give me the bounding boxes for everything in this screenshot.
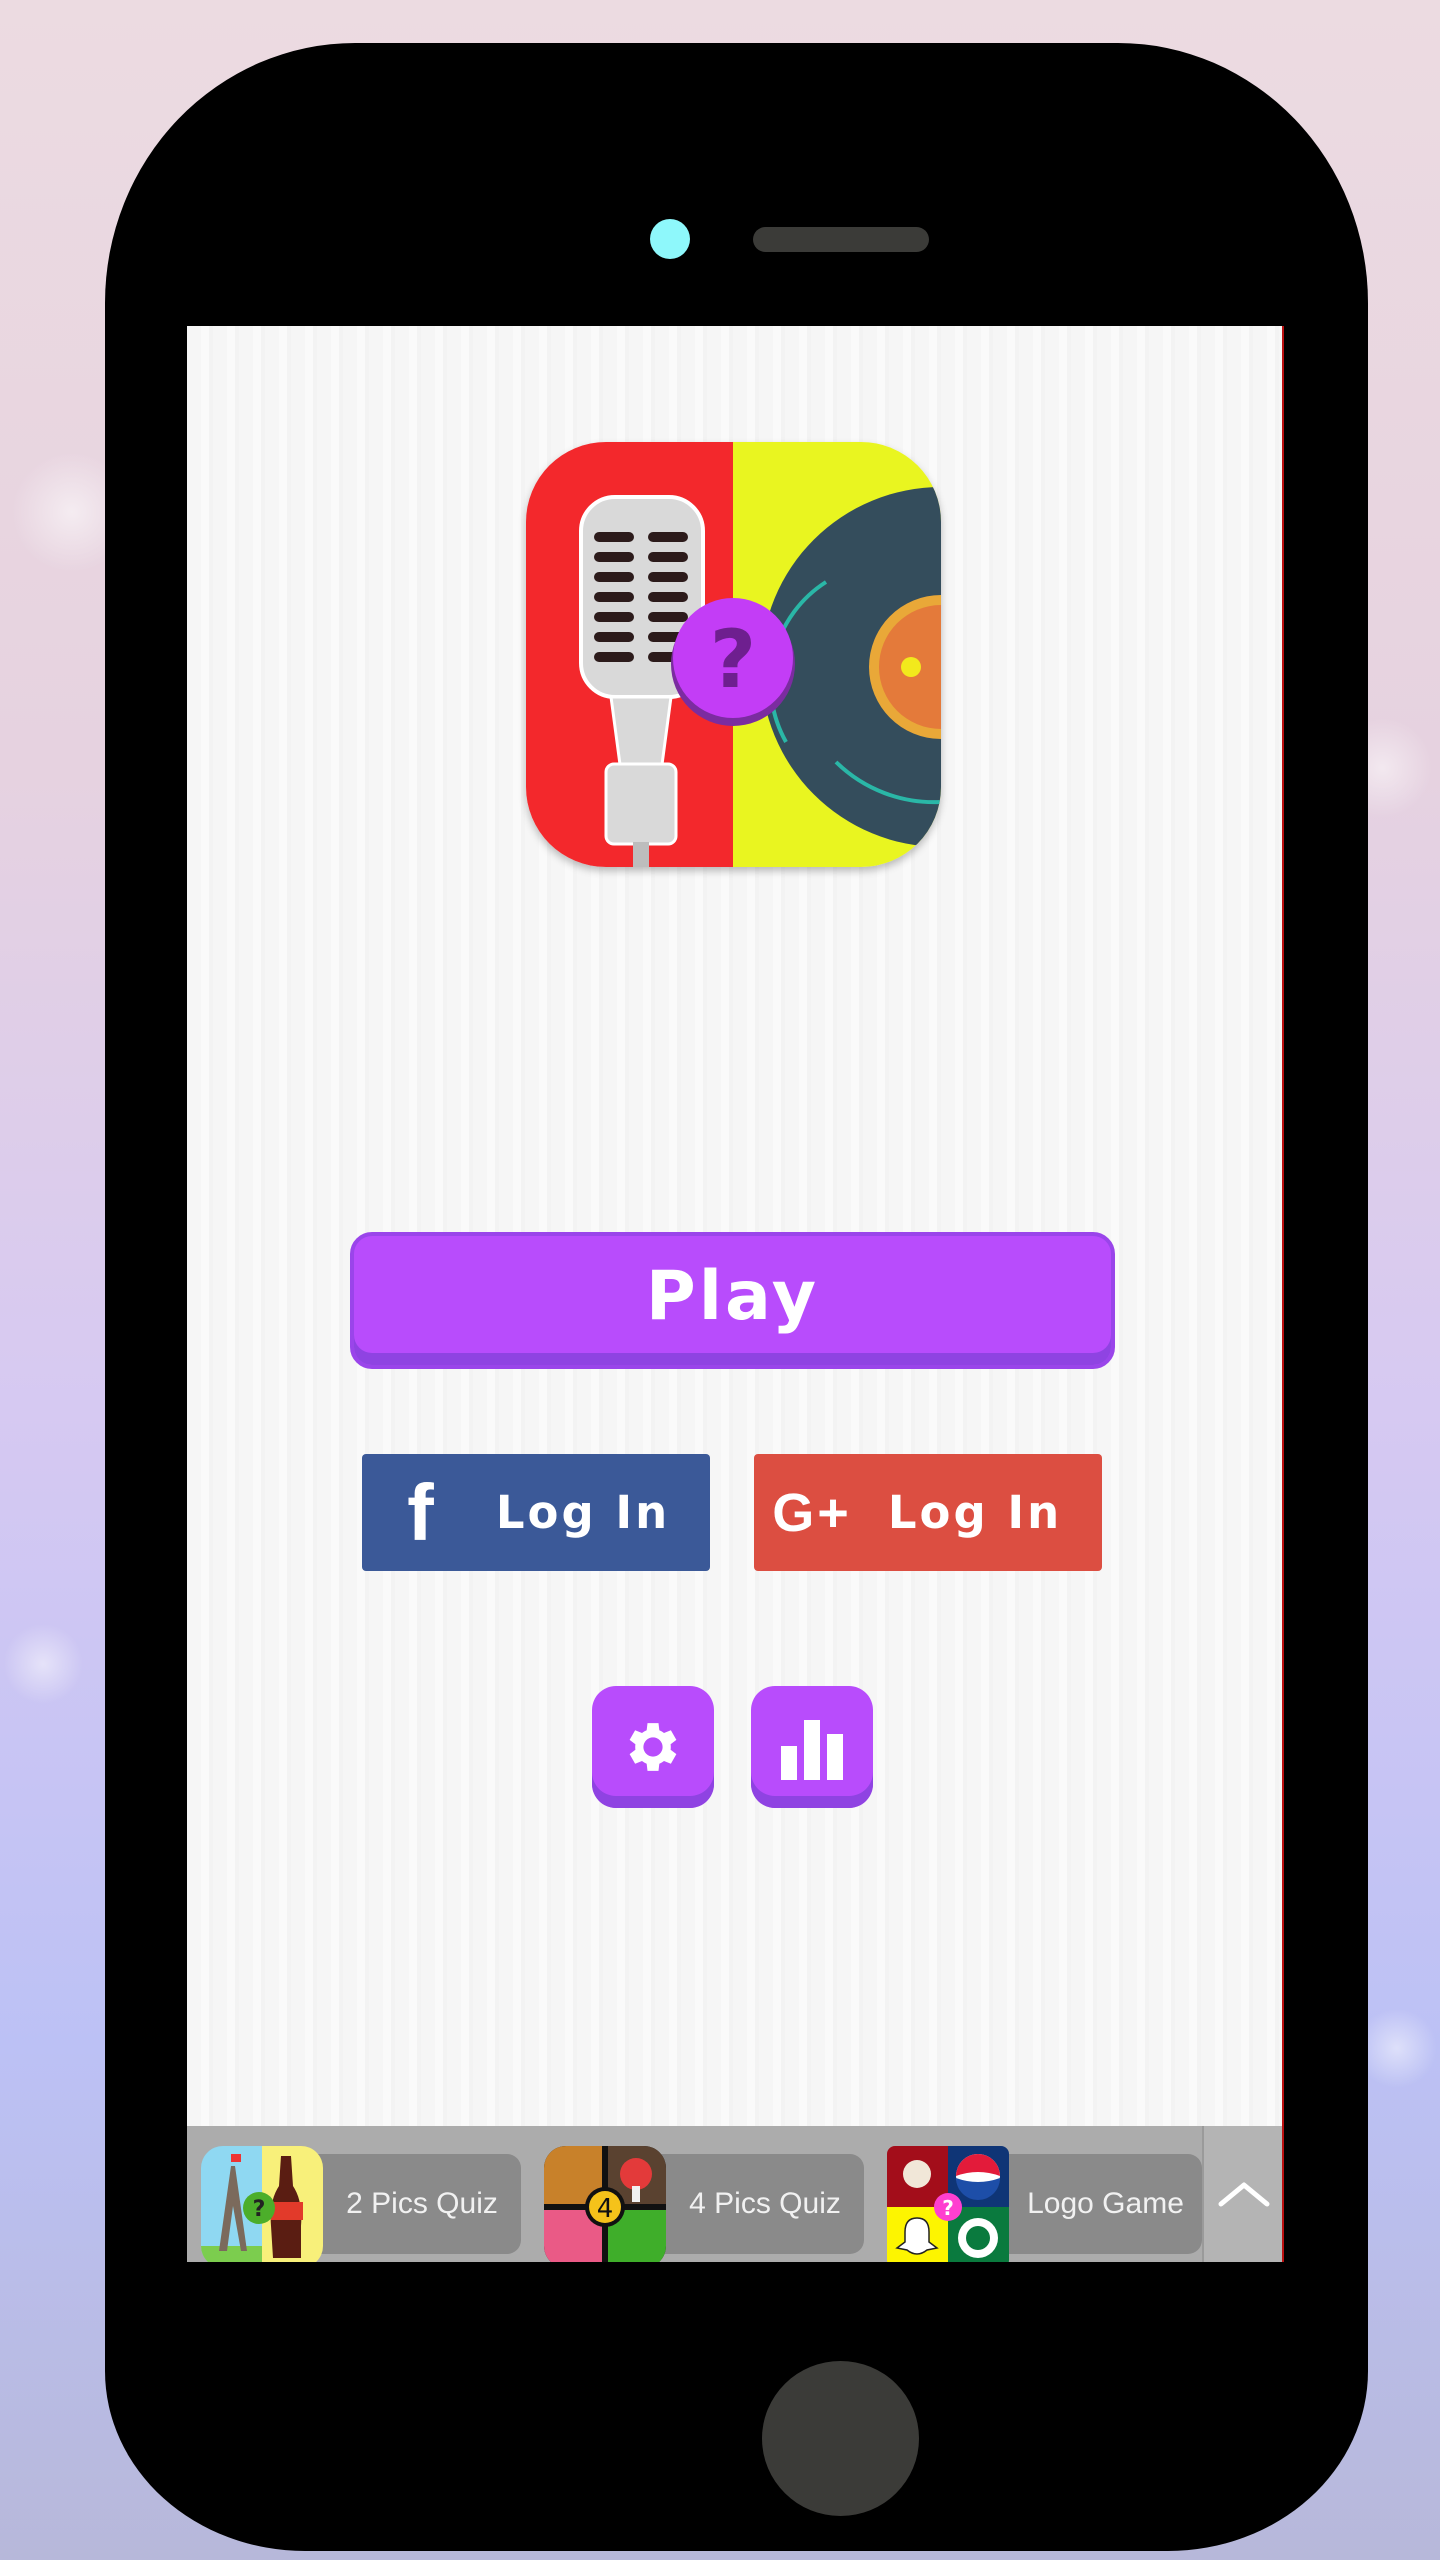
google-login-label: Log In	[887, 1486, 1063, 1539]
brand-logos-icon: ?	[887, 2146, 1009, 2262]
facebook-login-label: Log In	[495, 1486, 671, 1539]
settings-button[interactable]	[592, 1686, 714, 1808]
four-pics-collage-icon: 4	[544, 2146, 666, 2262]
svg-text:?: ?	[710, 613, 756, 706]
promo-label: 4 Pics Quiz	[689, 2187, 841, 2220]
bar-chart-icon	[781, 1720, 843, 1780]
facebook-login-button[interactable]: f Log In	[362, 1454, 710, 1571]
microphone-vinyl-question-icon: ?	[526, 442, 941, 867]
facebook-icon: f	[407, 1467, 437, 1557]
earpiece-speaker	[753, 227, 929, 252]
eiffel-tower-cola-icon: ?	[201, 2146, 323, 2262]
promo-item-2-pics-quiz[interactable]: ? 2 Pics Quiz	[201, 2146, 521, 2262]
home-button[interactable]	[762, 2361, 919, 2516]
promo-label: Logo Game	[1027, 2187, 1184, 2220]
app-logo: ?	[526, 442, 941, 867]
svg-text:?: ?	[253, 2197, 266, 2222]
app-screen: ? Play f Log In G+ Log In ? 2 Pics Quiz …	[187, 326, 1284, 2262]
svg-text:4: 4	[597, 2194, 614, 2224]
svg-text:?: ?	[942, 2196, 954, 2220]
promo-item-4-pics-quiz[interactable]: 4 4 Pics Quiz	[544, 2146, 864, 2262]
cross-promo-bar: ? 2 Pics Quiz 4 4 Pics Quiz ? Logo Game	[187, 2126, 1282, 2262]
gear-icon	[629, 1723, 677, 1771]
statistics-button[interactable]	[751, 1686, 873, 1808]
play-button[interactable]: Play	[350, 1232, 1115, 1369]
chevron-up-icon	[1218, 2182, 1270, 2207]
promo-item-logo-game[interactable]: ? Logo Game	[887, 2146, 1202, 2262]
front-camera	[650, 219, 690, 259]
play-button-label: Play	[645, 1257, 820, 1336]
google-plus-icon: G+	[772, 1482, 852, 1543]
collapse-promo-button[interactable]	[1202, 2126, 1282, 2262]
promo-label: 2 Pics Quiz	[346, 2187, 498, 2220]
google-plus-login-button[interactable]: G+ Log In	[754, 1454, 1102, 1571]
